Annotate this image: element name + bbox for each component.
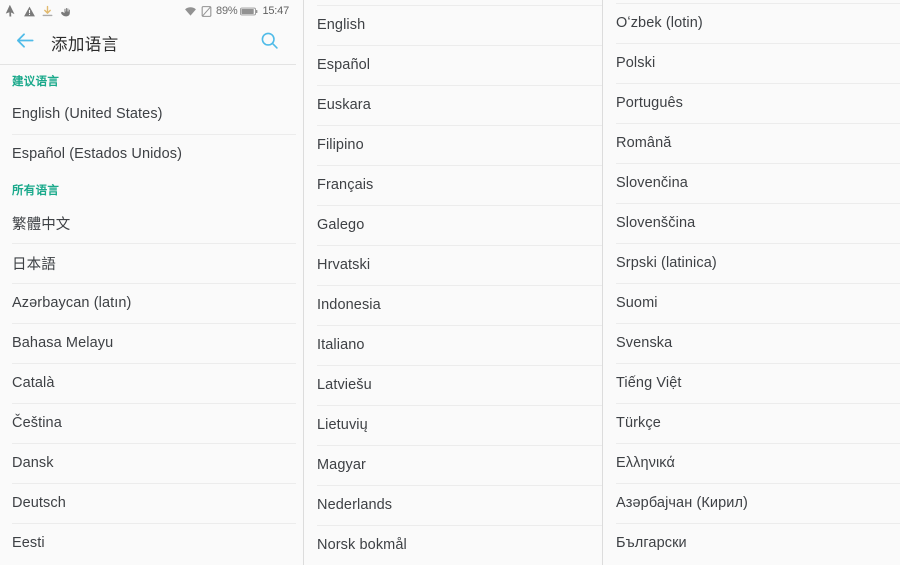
list-item[interactable]: Italiano xyxy=(305,325,602,365)
list-item[interactable]: Slovenščina xyxy=(604,203,900,243)
list-item[interactable]: Español xyxy=(305,45,602,85)
gesture-hand-icon xyxy=(59,5,72,18)
list-item[interactable]: Filipino xyxy=(305,125,602,165)
list-item[interactable]: Nederlands xyxy=(305,485,602,525)
list-item[interactable]: Oʻzbek (lotin) xyxy=(604,3,900,43)
language-list-middle: English Español Euskara Filipino Françai… xyxy=(305,0,602,565)
list-item[interactable]: Hrvatski xyxy=(305,245,602,285)
language-list-right: Oʻzbek (lotin) Polski Português Română S… xyxy=(604,0,900,563)
warning-triangle-icon xyxy=(23,5,36,18)
list-item[interactable]: Türkçe xyxy=(604,403,900,443)
battery-percent-label: 89% xyxy=(216,5,238,17)
list-item[interactable]: Български xyxy=(604,523,900,563)
app-toolbar: 添加语言 xyxy=(0,22,296,64)
column-right: Oʻzbek (lotin) Polski Português Română S… xyxy=(604,0,900,565)
list-item[interactable]: Eesti xyxy=(0,523,296,563)
list-item[interactable]: Galego xyxy=(305,205,602,245)
back-arrow-icon xyxy=(14,29,37,57)
column-divider-2 xyxy=(602,0,603,565)
list-item[interactable]: 日本語 xyxy=(0,243,296,283)
list-item[interactable]: Magyar xyxy=(305,445,602,485)
cursor-icon xyxy=(5,4,18,18)
list-item[interactable]: English xyxy=(305,5,602,45)
list-item[interactable]: Latviešu xyxy=(305,365,602,405)
column-divider-1 xyxy=(303,0,304,565)
search-button[interactable] xyxy=(256,30,282,56)
list-item[interactable]: Lietuvių xyxy=(305,405,602,445)
list-item[interactable]: English (United States) xyxy=(0,94,296,134)
list-item[interactable]: Norsk bokmål xyxy=(305,525,602,565)
list-item[interactable]: Euskara xyxy=(305,85,602,125)
language-picker-screen: 89% 15:47 添加语言 建议语言 English (United Stat… xyxy=(0,0,900,565)
list-item[interactable]: Čeština xyxy=(0,403,296,443)
list-item[interactable]: Français xyxy=(305,165,602,205)
download-icon xyxy=(41,5,54,18)
list-item[interactable]: Svenska xyxy=(604,323,900,363)
list-item[interactable]: Português xyxy=(604,83,900,123)
list-item[interactable]: Suomi xyxy=(604,283,900,323)
list-item[interactable]: Română xyxy=(604,123,900,163)
wifi-icon xyxy=(184,5,197,18)
list-item[interactable]: 繁體中文 xyxy=(0,203,296,243)
list-item[interactable]: Dansk xyxy=(0,443,296,483)
list-item[interactable]: Slovenčina xyxy=(604,163,900,203)
sim-card-icon xyxy=(200,5,213,18)
list-item[interactable]: Ελληνικά xyxy=(604,443,900,483)
list-item[interactable]: Polski xyxy=(604,43,900,83)
status-bar-clock: 15:47 xyxy=(262,5,289,17)
section-header-all: 所有语言 xyxy=(12,185,60,197)
list-item[interactable]: Azərbaycan (latın) xyxy=(0,283,296,323)
list-item[interactable]: Deutsch xyxy=(0,483,296,523)
list-item[interactable]: Bahasa Melayu xyxy=(0,323,296,363)
list-item[interactable]: Srpski (latinica) xyxy=(604,243,900,283)
page-title: 添加语言 xyxy=(51,36,119,54)
list-item[interactable]: Català xyxy=(0,363,296,403)
list-item[interactable]: Español (Estados Unidos) xyxy=(0,134,296,174)
language-list-left: 建议语言 English (United States) Español (Es… xyxy=(0,65,296,563)
list-item[interactable]: Indonesia xyxy=(305,285,602,325)
column-middle: English Español Euskara Filipino Françai… xyxy=(305,0,602,565)
back-button[interactable] xyxy=(12,30,38,56)
search-icon xyxy=(259,30,280,56)
status-bar: 89% 15:47 xyxy=(0,0,296,22)
section-header-suggested: 建议语言 xyxy=(12,76,60,88)
list-item[interactable]: Tiếng Việt xyxy=(604,363,900,403)
list-item[interactable]: Азәрбајчан (Кирил) xyxy=(604,483,900,523)
column-left: 89% 15:47 添加语言 建议语言 English (United Stat… xyxy=(0,0,296,565)
status-bar-notifications xyxy=(5,4,72,18)
battery-icon xyxy=(240,5,258,18)
status-bar-system: 89% 15:47 xyxy=(184,5,289,18)
